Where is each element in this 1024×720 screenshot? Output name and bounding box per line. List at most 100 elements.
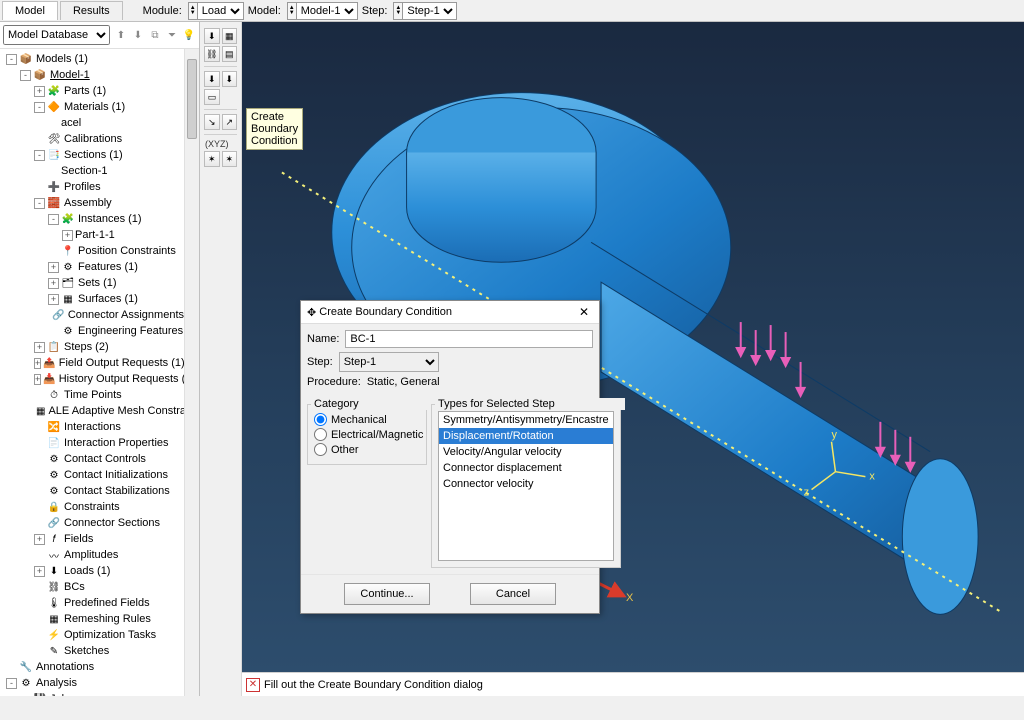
tree-item[interactable]: +📤Field Output Requests (1) — [2, 355, 184, 371]
tab-model[interactable]: Model — [2, 1, 58, 20]
tool-field2-icon[interactable]: ⬇ — [222, 71, 238, 87]
tree-item[interactable]: ⏱Time Points — [2, 387, 184, 403]
type-velocity[interactable]: Velocity/Angular velocity — [439, 444, 613, 460]
tree-item[interactable]: -🧱Assembly — [2, 195, 184, 211]
tree-expander-icon[interactable]: - — [48, 214, 59, 225]
tree-expander-icon[interactable]: + — [34, 566, 45, 577]
model-tree[interactable]: -📦Models (1)-📦Model-1+🧩Parts (1)-🔶Materi… — [0, 49, 184, 696]
tree-item[interactable]: ▦ALE Adaptive Mesh Constrai — [2, 403, 184, 419]
tree-item[interactable]: -🧩Instances (1) — [2, 211, 184, 227]
tree-expander-icon[interactable]: + — [48, 278, 59, 289]
tool-bc-icon[interactable]: ⛓ — [204, 46, 220, 62]
tree-item[interactable]: -📑Sections (1) — [2, 147, 184, 163]
tree-item[interactable]: 🔒Constraints — [2, 499, 184, 515]
tree-item[interactable]: ⚙Contact Initializations — [2, 467, 184, 483]
tree-item[interactable]: 🛠Calibrations — [2, 131, 184, 147]
status-stop-icon[interactable]: ✕ — [246, 678, 260, 692]
tree-item[interactable]: ▦Remeshing Rules — [2, 611, 184, 627]
tree-item[interactable]: +📥History Output Requests (1) — [2, 371, 184, 387]
tree-item[interactable]: acel — [2, 115, 184, 131]
tree-item[interactable]: -📦Model-1 — [2, 67, 184, 83]
tree-expander-icon[interactable]: + — [34, 534, 45, 545]
step-select-dlg[interactable]: Step-1 — [339, 352, 439, 372]
tree-expander-icon[interactable]: - — [34, 150, 45, 161]
tab-results[interactable]: Results — [60, 1, 123, 20]
tree-item[interactable]: 💾Jobs — [2, 691, 184, 696]
continue-button[interactable]: Continue... — [344, 583, 430, 605]
name-input[interactable] — [345, 330, 593, 348]
tree-item[interactable]: +▦Surfaces (1) — [2, 291, 184, 307]
tree-expander-icon[interactable]: + — [62, 230, 73, 241]
tree-item[interactable]: +⬇Loads (1) — [2, 563, 184, 579]
module-select[interactable]: Load — [197, 2, 244, 20]
tree-item[interactable]: 📍Position Constraints — [2, 243, 184, 259]
tree-item[interactable]: 🔧Annotations — [2, 659, 184, 675]
tool-temp-icon[interactable]: ▭ — [204, 89, 220, 105]
tree-item[interactable]: Section-1 — [2, 163, 184, 179]
step-select[interactable]: Step-1 — [402, 2, 457, 20]
type-conn-disp[interactable]: Connector displacement — [439, 460, 613, 476]
tool-csys-icon[interactable]: ↘ — [204, 114, 220, 130]
tree-expander-icon[interactable]: + — [48, 262, 59, 273]
tree-item[interactable]: 〰Amplitudes — [2, 547, 184, 563]
tool-field-icon[interactable]: ⬇ — [204, 71, 220, 87]
tool-csys2-icon[interactable]: ↗ — [222, 114, 238, 130]
tree-expander-icon[interactable]: - — [34, 102, 45, 113]
tree-item[interactable]: 🔗Connector Assignments — [2, 307, 184, 323]
tool-table-icon[interactable]: ▤ — [222, 46, 238, 62]
bulb-icon[interactable]: 💡 — [182, 28, 196, 42]
radio-other[interactable]: Other — [314, 443, 420, 456]
types-list[interactable]: Symmetry/Antisymmetry/Encastre Displacem… — [438, 411, 614, 561]
tree-item[interactable]: +🗂Sets (1) — [2, 275, 184, 291]
tree-item[interactable]: ⚡Optimization Tasks — [2, 627, 184, 643]
tool-load-icon[interactable]: ⬇ — [204, 28, 220, 44]
tree-item[interactable]: +🧩Parts (1) — [2, 83, 184, 99]
nav-down-icon[interactable]: ⬇ — [131, 28, 145, 42]
tree-item[interactable]: -🔶Materials (1) — [2, 99, 184, 115]
tree-expander-icon[interactable]: + — [34, 358, 41, 369]
type-conn-vel[interactable]: Connector velocity — [439, 476, 613, 492]
tree-item[interactable]: 🔀Interactions — [2, 419, 184, 435]
radio-mechanical[interactable]: Mechanical — [314, 413, 420, 426]
tree-expander-icon[interactable]: - — [34, 198, 45, 209]
dialog-close-icon[interactable]: ✕ — [575, 305, 593, 319]
tool-axis-icon[interactable]: ✶ — [204, 151, 220, 167]
tree-expander-icon[interactable]: - — [6, 54, 17, 65]
tree-item[interactable]: 🌡Predefined Fields — [2, 595, 184, 611]
tree-item[interactable]: ➕Profiles — [2, 179, 184, 195]
tree-expander-icon[interactable]: - — [20, 70, 31, 81]
tree-item[interactable]: ⚙Contact Controls — [2, 451, 184, 467]
radio-electrical[interactable]: Electrical/Magnetic — [314, 428, 420, 441]
cancel-button[interactable]: Cancel — [470, 583, 556, 605]
tool-axis2-icon[interactable]: ✶ — [222, 151, 238, 167]
tree-item[interactable]: 📄Interaction Properties — [2, 435, 184, 451]
tree-item[interactable]: 🔗Connector Sections — [2, 515, 184, 531]
step-spinner[interactable]: ▲▼ — [393, 2, 402, 20]
filter-icon[interactable]: ⏷ — [165, 28, 179, 42]
tree-item[interactable]: -📦Models (1) — [2, 51, 184, 67]
database-select[interactable]: Model Database — [3, 25, 110, 45]
tree-expander-icon[interactable]: + — [48, 294, 59, 305]
type-symmetry[interactable]: Symmetry/Antisymmetry/Encastre — [439, 412, 613, 428]
nav-up-icon[interactable]: ⬆ — [114, 28, 128, 42]
tree-item[interactable]: +⚙Features (1) — [2, 259, 184, 275]
tool-grid-icon[interactable]: ▦ — [222, 28, 238, 44]
tree-item[interactable]: +📋Steps (2) — [2, 339, 184, 355]
tree-item[interactable]: ⛓BCs — [2, 579, 184, 595]
module-spinner[interactable]: ▲▼ — [188, 2, 197, 20]
tree-expander-icon[interactable]: - — [6, 678, 17, 689]
tree-item[interactable]: -⚙Analysis — [2, 675, 184, 691]
tree-expander-icon[interactable]: + — [34, 342, 45, 353]
tree-item[interactable]: ✎Sketches — [2, 643, 184, 659]
tree-item[interactable]: ⚙Engineering Features — [2, 323, 184, 339]
tree-expander-icon[interactable]: + — [34, 374, 41, 385]
tree-item[interactable]: ⚙Contact Stabilizations — [2, 483, 184, 499]
tree-scrollbar[interactable] — [184, 49, 199, 696]
model-spinner[interactable]: ▲▼ — [287, 2, 296, 20]
copy-icon[interactable]: ⧉ — [148, 28, 162, 42]
model-select[interactable]: Model-1 — [296, 2, 358, 20]
type-displacement[interactable]: Displacement/Rotation — [439, 428, 613, 444]
tree-expander-icon[interactable]: + — [34, 86, 45, 97]
tree-item[interactable]: +𝑓Fields — [2, 531, 184, 547]
tree-item[interactable]: +Part-1-1 — [2, 227, 184, 243]
